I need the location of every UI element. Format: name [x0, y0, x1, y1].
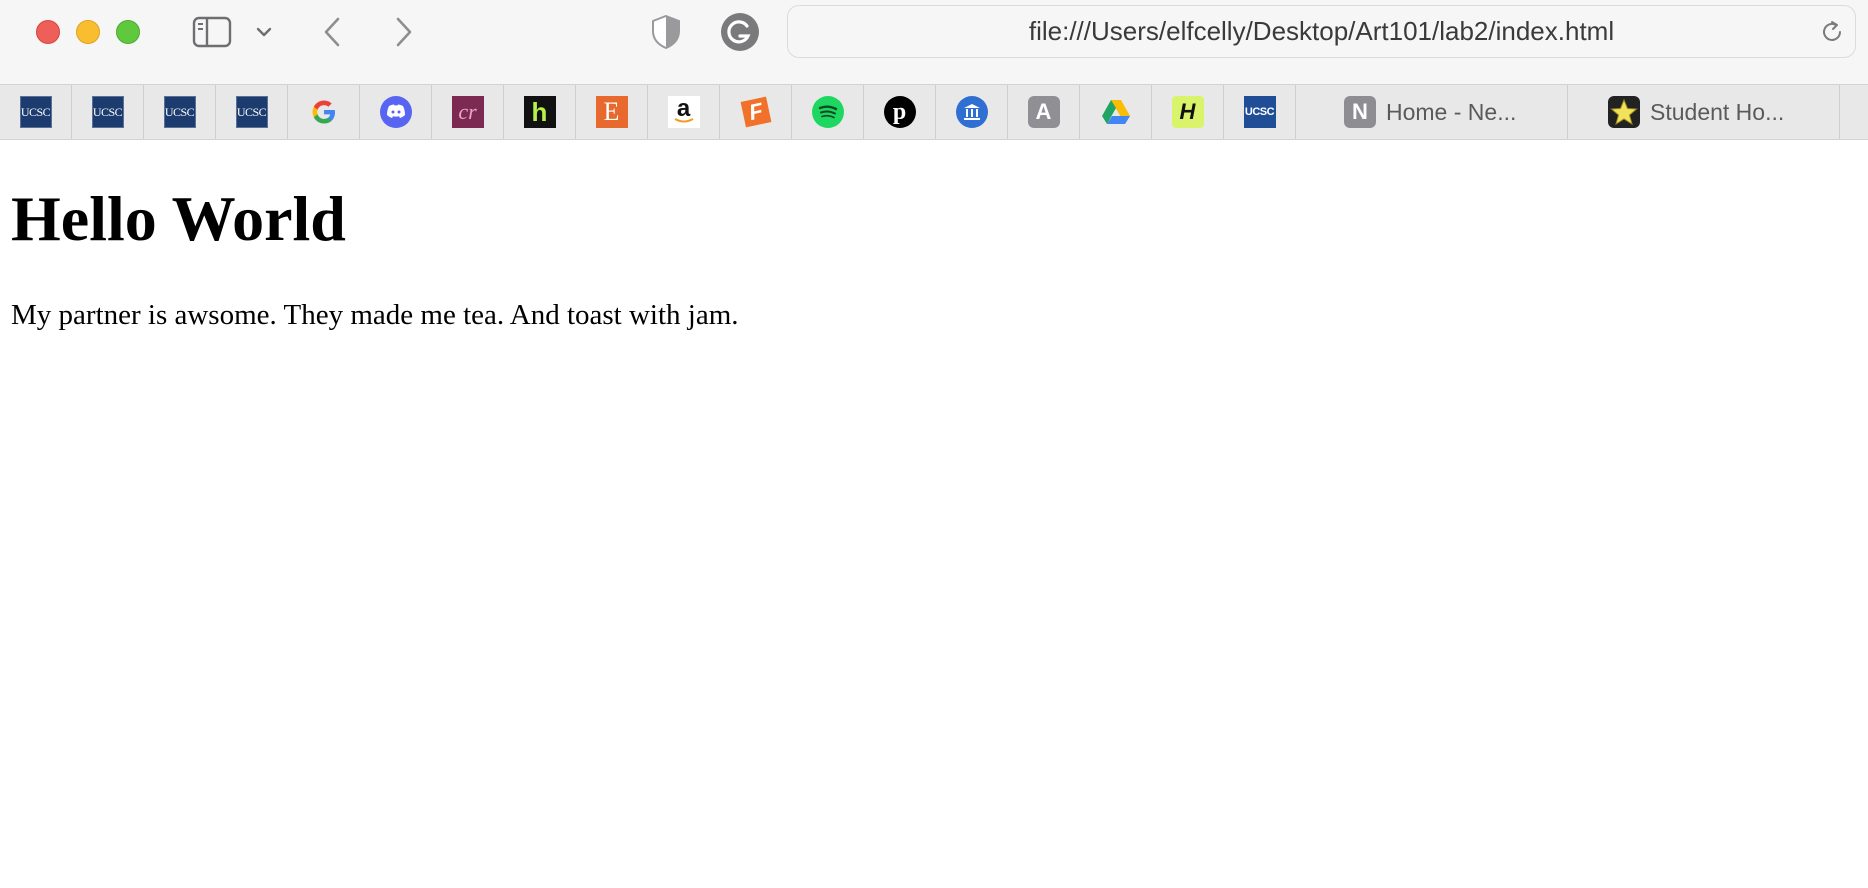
favorite-google-drive[interactable]	[1080, 85, 1152, 139]
favorite-handshake[interactable]: h	[504, 85, 576, 139]
ucsc-icon: UCSC	[1243, 96, 1276, 128]
page-content: Hello World My partner is awsome. They m…	[0, 140, 1868, 888]
address-bar[interactable]: file:///Users/elfcelly/Desktop/Art101/la…	[787, 5, 1856, 58]
google-drive-icon	[1100, 96, 1132, 128]
forward-arrow-icon[interactable]	[388, 14, 420, 50]
fandango-icon: F	[740, 96, 771, 128]
grammarly-extension-icon[interactable]	[720, 12, 760, 52]
library-icon	[955, 96, 988, 128]
amazon-letter: a	[676, 96, 691, 122]
ucsc-icon: UCSC	[91, 96, 124, 128]
a-icon: A	[1027, 96, 1060, 128]
minimize-window-button[interactable]	[76, 20, 100, 44]
cp-icon: cr	[451, 96, 484, 128]
handshake-icon: h	[523, 96, 556, 128]
page-paragraph: My partner is awsome. They made me tea. …	[11, 299, 739, 331]
tab-student-home[interactable]: Student Ho...	[1568, 85, 1840, 139]
ucsc-icon: UCSC	[235, 96, 268, 128]
favorite-pinterest[interactable]: p	[864, 85, 936, 139]
favorite-library[interactable]	[936, 85, 1008, 139]
h-icon: H	[1171, 96, 1204, 128]
ucsc-icon: UCSC	[19, 96, 52, 128]
reload-icon[interactable]	[1819, 19, 1845, 45]
url-text: file:///Users/elfcelly/Desktop/Art101/la…	[1028, 16, 1615, 46]
favorite-cp[interactable]: cr	[432, 85, 504, 139]
favorite-discord[interactable]	[360, 85, 432, 139]
favorite-ucsc-5[interactable]: UCSC	[1224, 85, 1296, 139]
favorite-google[interactable]	[288, 85, 360, 139]
google-icon	[308, 96, 340, 128]
sidebar-toggle-icon[interactable]	[188, 14, 236, 50]
favorite-ucsc-3[interactable]: UCSC	[144, 85, 216, 139]
spotify-icon	[811, 96, 844, 128]
favorite-a[interactable]: A	[1008, 85, 1080, 139]
notion-icon: N	[1344, 96, 1376, 128]
page-heading: Hello World	[11, 183, 346, 254]
amazon-icon: a	[667, 96, 700, 128]
discord-icon	[379, 96, 412, 128]
tab-home-notion[interactable]: N Home - Ne...	[1296, 85, 1568, 139]
favorite-etsy[interactable]: E	[576, 85, 648, 139]
favorite-ucsc-1[interactable]: UCSC	[0, 85, 72, 139]
browser-window: file:///Users/elfcelly/Desktop/Art101/la…	[0, 0, 1868, 888]
tab-label: Home - Ne...	[1386, 98, 1517, 125]
favorite-ucsc-4[interactable]: UCSC	[216, 85, 288, 139]
star-icon	[1608, 96, 1640, 128]
tab-label: Student Ho...	[1650, 98, 1785, 125]
back-arrow-icon[interactable]	[316, 14, 348, 50]
browser-toolbar: file:///Users/elfcelly/Desktop/Art101/la…	[0, 0, 1868, 84]
pinterest-icon: p	[883, 96, 916, 128]
zoom-window-button[interactable]	[116, 20, 140, 44]
favorite-h[interactable]: H	[1152, 85, 1224, 139]
favorite-spotify[interactable]	[792, 85, 864, 139]
favorite-amazon[interactable]: a	[648, 85, 720, 139]
favorites-bar: UCSC UCSC UCSC UCSC cr h E a F p A H UCS…	[0, 84, 1868, 140]
etsy-icon: E	[595, 96, 628, 128]
favorite-fandango[interactable]: F	[720, 85, 792, 139]
chevron-down-icon[interactable]	[252, 20, 276, 44]
ucsc-icon: UCSC	[163, 96, 196, 128]
close-window-button[interactable]	[36, 20, 60, 44]
privacy-shield-icon[interactable]	[648, 12, 684, 52]
favorite-ucsc-2[interactable]: UCSC	[72, 85, 144, 139]
